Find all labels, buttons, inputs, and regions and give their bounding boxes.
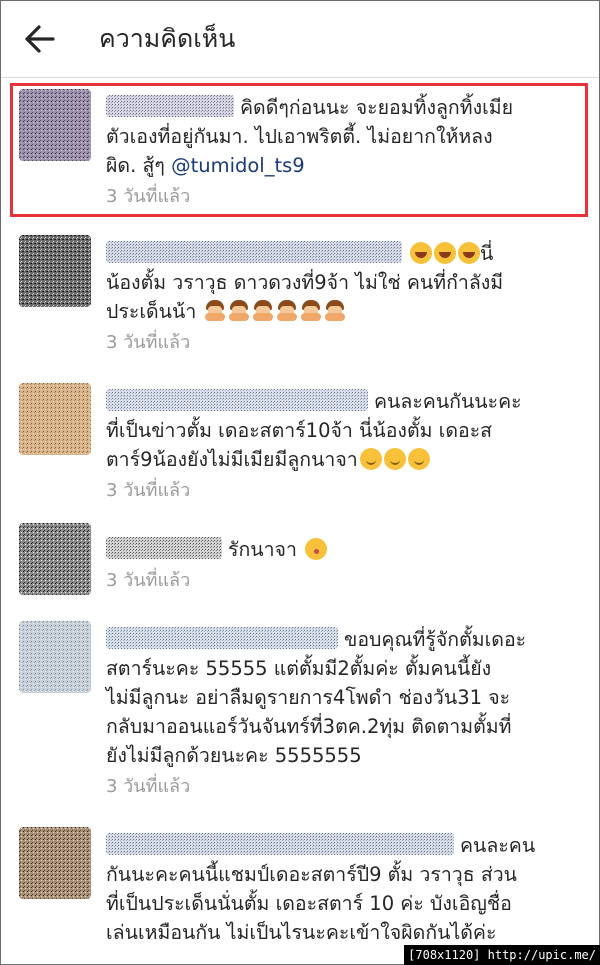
laughing-emoji-icon (410, 242, 432, 264)
comment-time: 3 วันที่แล้ว (106, 480, 191, 501)
comment-text: คนละคนกันนะคะ ที่เป็นข่าวตั้ม เดอะสตาร์1… (106, 389, 522, 471)
laughing-emoji-icon (434, 242, 456, 264)
facepalm-emoji-icon (324, 300, 346, 322)
smiling-emoji-icon (359, 448, 382, 470)
comment-text: นี่ น้องตั้ม วราวุธ ดาวดวงที่9จ้า ไม่ใช่… (106, 241, 504, 323)
page-title: ความคิดเห็น (99, 24, 236, 53)
comment-text: คนละคน กันนะคะคนนี้แชมป์เดอะสตาร์ปี9 ตั้… (106, 833, 536, 944)
kissing-emoji-icon (305, 538, 328, 560)
comment-time: 3 วันที่แล้ว (106, 186, 191, 207)
blurred-username[interactable] (106, 537, 222, 559)
facepalm-emoji-icon (300, 300, 322, 322)
comment-time: 3 วันที่แล้ว (106, 332, 191, 353)
facepalm-emoji-icon (204, 300, 226, 322)
avatar[interactable] (19, 89, 91, 161)
watermark: [708x1120] http://upic.me/ (404, 945, 600, 965)
facepalm-emoji-icon (276, 300, 298, 322)
avatar[interactable] (19, 621, 91, 693)
blurred-username[interactable] (106, 833, 454, 855)
blurred-username[interactable] (106, 627, 338, 649)
comment-time: 3 วันที่แล้ว (106, 570, 191, 591)
comment-text: ขอบคุณที่รู้จักตั้มเดอะ สตาร์นะคะ 55555 … (106, 627, 527, 767)
comment-text: รักนาจา (106, 535, 559, 564)
blurred-username[interactable] (106, 389, 368, 411)
blurred-username[interactable] (106, 95, 234, 117)
arrow-left-icon[interactable] (19, 21, 57, 57)
avatar[interactable] (19, 235, 91, 307)
avatar[interactable] (19, 523, 91, 595)
smiling-emoji-icon (407, 448, 430, 470)
screen-frame: ความคิดเห็น คิดดีๆก่อนนะ จะยอมทิ้งลูกทิ้… (0, 0, 600, 965)
blurred-username[interactable] (106, 241, 402, 263)
facepalm-emoji-icon (228, 300, 250, 322)
smiling-emoji-icon (383, 448, 406, 470)
top-bar: ความคิดเห็น (1, 1, 599, 78)
comment-text: คิดดีๆก่อนนะ จะยอมทิ้งลูกทิ้งเมีย ตัวเอง… (106, 95, 514, 177)
avatar[interactable] (19, 827, 91, 899)
facepalm-emoji-icon (252, 300, 274, 322)
laughing-emoji-icon (458, 242, 480, 264)
comment-time: 3 วันที่แล้ว (106, 776, 191, 797)
avatar[interactable] (19, 383, 91, 455)
mention-link[interactable]: @tumidol_ts9 (171, 154, 305, 177)
